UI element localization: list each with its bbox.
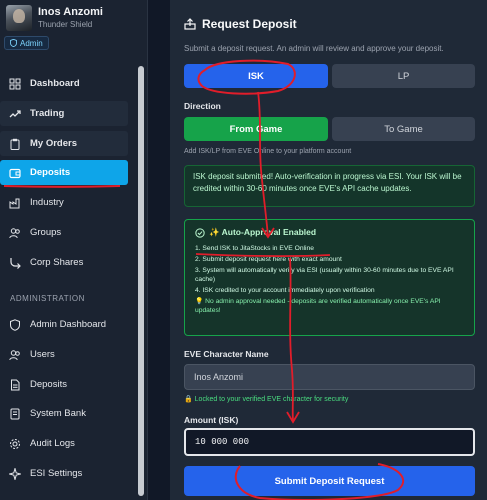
submit-deposit-button[interactable]: Submit Deposit Request xyxy=(184,466,475,496)
auto-step: 4. ISK credited to your account immediat… xyxy=(195,287,375,294)
user-name: Inos Anzomi xyxy=(38,6,103,18)
grid-icon xyxy=(9,78,21,90)
auto-approval-title-text: ✨ Auto-Approval Enabled xyxy=(209,227,317,237)
wallet-icon xyxy=(9,167,21,179)
page-title: Request Deposit xyxy=(184,17,297,31)
sidebar-item-label: Trading xyxy=(30,108,65,119)
sidebar-item-label: Users xyxy=(30,349,55,360)
sidebar-scrollbar[interactable] xyxy=(138,66,144,496)
sidebar-item-label: Audit Logs xyxy=(30,438,75,449)
admin-badge: Admin xyxy=(4,36,49,50)
sidebar-item-label: Deposits xyxy=(30,379,67,390)
character-name-field[interactable]: Inos Anzomi xyxy=(184,364,475,390)
auto-approval-box: ✨ Auto-Approval Enabled 1. Send ISK to J… xyxy=(184,219,475,336)
admin-section-label: ADMINISTRATION xyxy=(10,294,85,303)
character-note: 🔒 Locked to your verified EVE character … xyxy=(184,396,349,403)
shield-icon xyxy=(9,318,21,331)
sidebar-item-audit-logs[interactable]: Audit Logs xyxy=(0,431,128,456)
sidebar-item-label: Industry xyxy=(30,197,64,208)
shield-icon xyxy=(10,39,17,47)
sidebar-item-groups[interactable]: Groups xyxy=(0,220,128,245)
direction-label: Direction xyxy=(184,101,221,111)
sidebar-item-corp-shares[interactable]: Corp Shares xyxy=(0,250,128,275)
page-title-text: Request Deposit xyxy=(202,17,297,31)
sidebar-item-label: Deposits xyxy=(30,167,71,178)
currency-lp-button[interactable]: LP xyxy=(332,64,475,88)
check-circle-icon xyxy=(195,227,205,238)
avatar xyxy=(6,5,32,31)
sidebar-item-label: System Bank xyxy=(30,408,86,419)
amount-input[interactable]: 10 000 000 xyxy=(184,428,475,456)
sidebar-item-trading[interactable]: Trading xyxy=(0,101,128,126)
sidebar-item-label: Groups xyxy=(30,227,62,238)
users-icon xyxy=(9,227,21,239)
sidebar-item-system-bank[interactable]: System Bank xyxy=(0,401,128,426)
sidebar-item-label: Admin Dashboard xyxy=(30,319,107,330)
sidebar-item-admin-deposits[interactable]: Deposits xyxy=(0,372,128,397)
sidebar-item-my-orders[interactable]: My Orders xyxy=(0,131,128,156)
upload-icon xyxy=(184,18,196,30)
sidebar-item-admin-dashboard[interactable]: Admin Dashboard xyxy=(0,312,128,337)
user-corp: Thunder Shield xyxy=(38,20,93,29)
sidebar-item-deposits[interactable]: Deposits xyxy=(0,160,128,185)
bank-icon xyxy=(9,408,21,420)
document-icon xyxy=(9,379,21,391)
gear-icon xyxy=(9,438,21,450)
clipboard-icon xyxy=(9,138,21,150)
currency-isk-button[interactable]: ISK xyxy=(184,64,328,88)
sidebar-item-label: Corp Shares xyxy=(30,257,84,268)
sidebar-item-label: My Orders xyxy=(30,138,77,149)
trend-icon xyxy=(9,108,21,120)
scrollbar-thumb[interactable] xyxy=(138,66,144,496)
sidebar-item-label: Dashboard xyxy=(30,78,80,89)
sidebar-item-dashboard[interactable]: Dashboard xyxy=(0,71,128,96)
share-icon xyxy=(9,257,21,269)
user-profile[interactable]: Inos Anzomi Thunder Shield xyxy=(0,0,147,32)
amount-label: Amount (ISK) xyxy=(184,415,239,425)
sidebar-item-esi-settings[interactable]: ESI Settings xyxy=(0,461,128,486)
auto-step: 3. System will automatically verify via … xyxy=(195,267,454,283)
users-icon xyxy=(9,349,21,361)
auto-approval-title: ✨ Auto-Approval Enabled xyxy=(195,227,464,238)
sidebar-item-users[interactable]: Users xyxy=(0,342,128,367)
character-label: EVE Character Name xyxy=(184,349,269,359)
direction-note: Add ISK/LP from EVE Online to your platf… xyxy=(184,148,352,155)
auto-tip: 💡 No admin approval needed - deposits ar… xyxy=(195,298,441,314)
auto-step: 2. Submit deposit request here with exac… xyxy=(195,256,342,263)
factory-icon xyxy=(9,197,21,209)
auto-step: 1. Send ISK to JitaStocks in EVE Online xyxy=(195,245,314,252)
admin-badge-label: Admin xyxy=(20,38,43,48)
sidebar-item-industry[interactable]: Industry xyxy=(0,190,128,215)
sparkle-icon xyxy=(9,467,21,480)
sidebar: Inos Anzomi Thunder Shield Admin Dashboa… xyxy=(0,0,148,500)
from-game-button[interactable]: From Game xyxy=(184,117,328,141)
success-alert: ISK deposit submitted! Auto-verification… xyxy=(184,165,475,207)
to-game-button[interactable]: To Game xyxy=(332,117,475,141)
sidebar-item-label: ESI Settings xyxy=(30,468,83,479)
page-subtitle: Submit a deposit request. An admin will … xyxy=(184,44,444,53)
